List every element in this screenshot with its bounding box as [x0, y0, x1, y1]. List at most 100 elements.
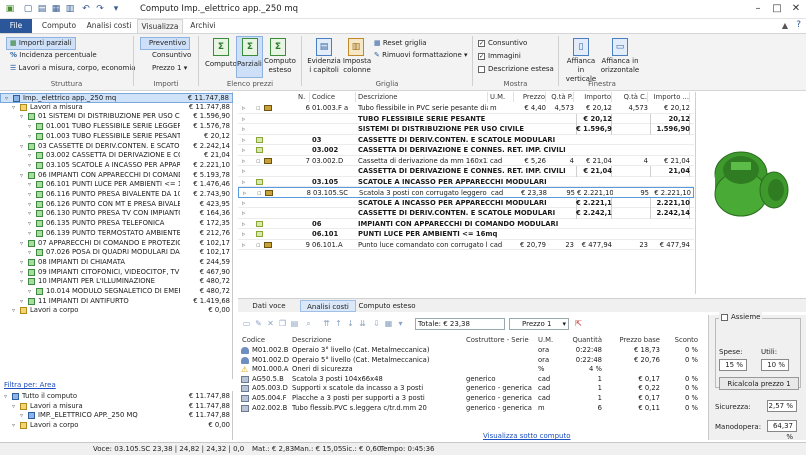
expand-icon[interactable]: ▿	[4, 392, 7, 402]
expand-icon[interactable]: ▿	[12, 421, 15, 431]
new-row-icon[interactable]: ▭	[242, 319, 251, 328]
tree-item[interactable]: ▿ Lavori a corpo € 0,00	[0, 306, 233, 316]
undo-icon[interactable]: ↶	[80, 3, 92, 15]
tree-item[interactable]: ▿ 06 IMPIANTI CON APPARECCHI DI COMANDO M…	[0, 171, 233, 181]
col-header-sconto[interactable]: Sconto	[668, 335, 698, 345]
print-icon[interactable]: ▥	[64, 3, 76, 15]
tree-item[interactable]: ▿ 03.002 CASSETTA DI DERIVAZIONE E CONNES…	[0, 151, 233, 161]
expand-icon[interactable]: ▿	[20, 411, 23, 421]
expand-icon[interactable]: ▿	[28, 219, 31, 229]
tab-dati-voce[interactable]: Dati voce	[244, 300, 294, 312]
move-top-icon[interactable]: ⇈	[322, 319, 331, 328]
tree-item[interactable]: ▿ 09 IMPIANTI CITOFONICI, VIDEOCITOF, TV …	[0, 268, 233, 278]
expand-icon[interactable]: ▿	[28, 200, 31, 210]
col-header-prezzo[interactable]: Prezzo	[516, 92, 546, 102]
tab-analisi-costi-bottom[interactable]: Analisi costi	[300, 300, 356, 312]
col-header-n[interactable]: N.	[298, 92, 310, 102]
immagini-checkbox[interactable]: Immagini	[478, 51, 521, 62]
imposta-colonne-icon[interactable]: ▥	[348, 38, 364, 56]
redo-icon[interactable]: ↷	[94, 3, 106, 15]
tree-item[interactable]: ▿ 01 SISTEMI DI DISTRIBUZIONE PER USO CIV…	[0, 112, 233, 122]
customize-icon[interactable]: ▾	[110, 3, 122, 15]
open-icon[interactable]: ▤	[36, 3, 48, 15]
utili-input[interactable]: 10 %	[761, 359, 789, 371]
tree-item[interactable]: ▿ 06.135 PUNTO PRESA TELEFONICA € 172,35	[0, 219, 233, 229]
tree-item[interactable]: ▿ 10 IMPIANTI PER L'ILLUMINAZIONE € 480,72	[0, 277, 233, 287]
tree-item[interactable]: ▿ 07.026 POSA DI QUADRI MODULARI DA INCAS…	[0, 248, 233, 258]
expand-icon[interactable]: ▹	[242, 208, 245, 219]
grid-row[interactable]: ▹ ▫ 7 03.002.D Cassetta di derivazione da mm…	[238, 156, 694, 167]
computo-button[interactable]: Computo	[205, 59, 237, 70]
reset-griglia-button[interactable]: ▦ Reset griglia	[374, 38, 427, 49]
tab-visualizza[interactable]: Visualizza	[137, 19, 183, 33]
evidenzia-capitoli-button[interactable]: Evidenzia i capitoli	[306, 57, 342, 75]
col-header-descrizione[interactable]: Descrizione	[358, 92, 488, 102]
tile-vertical-icon[interactable]: ▯	[573, 38, 589, 56]
export-icon[interactable]: ⇱	[574, 319, 583, 328]
tree-item[interactable]: ▿ 06.101 PUNTI LUCE PER AMBIENTI <= 16mq €…	[0, 180, 233, 190]
prezzo-select[interactable]: Prezzo 1 ▾	[152, 63, 187, 74]
tree-item[interactable]: ▿ 06.116 PUNTO PRESA BIVALENTE DA 10-16 A…	[0, 190, 233, 200]
tree-item[interactable]: ▿ Lavori a corpo € 0,00	[0, 421, 233, 431]
move-bottom-icon[interactable]: ⇊	[358, 319, 367, 328]
expand-icon[interactable]: ▿	[20, 239, 23, 249]
col-header-descrizione[interactable]: Descrizione	[292, 335, 331, 345]
expand-icon[interactable]: ▹	[242, 166, 245, 177]
chevron-down-icon[interactable]: ▾	[396, 319, 405, 328]
edit-icon[interactable]: ✎	[254, 319, 263, 328]
expand-icon[interactable]: ▿	[20, 297, 23, 307]
tree-item[interactable]: ▿ 07 APPARECCHI DI COMANDO E PROTEZIONE € …	[0, 239, 233, 249]
move-down-icon[interactable]: ↓	[346, 319, 355, 328]
filter-link[interactable]: Filtra per: Area	[4, 381, 56, 389]
help-icon[interactable]: ?	[796, 20, 801, 30]
col-header-importo-p[interactable]: Importo ...	[576, 92, 612, 111]
tree-item[interactable]: ▿ Tutto il computo € 11.747,88	[0, 392, 233, 402]
imposta-colonne-button[interactable]: Imposta colonne	[342, 57, 372, 75]
col-header-qta-c[interactable]: Q.tà C.	[614, 92, 648, 102]
analysis-row[interactable]: AG50.5.B Scatola 3 posti 104x66x48 generic…	[238, 375, 708, 385]
spese-input[interactable]: 15 %	[719, 359, 747, 371]
ricalcola-prezzo-button[interactable]: Ricalcola prezzo 1	[719, 377, 799, 390]
expand-icon[interactable]: ▹	[242, 198, 245, 209]
expand-icon[interactable]: ▿	[28, 248, 31, 258]
consuntivo-button[interactable]: Consuntivo	[152, 50, 191, 61]
expand-icon[interactable]: ▿	[20, 171, 23, 181]
analysis-row[interactable]: A05.004.F Placche a 3 posti per supporti …	[238, 394, 708, 404]
close-icon[interactable]: ✕	[786, 1, 806, 17]
expand-icon[interactable]: ▿	[20, 268, 23, 278]
new-icon[interactable]: ▢	[22, 3, 34, 15]
grid-row[interactable]: ▹ 03.002 CASSETTA DI DERIVAZIONE E CONNES.…	[238, 145, 694, 156]
grid-row[interactable]: ▹ ▫ 9 06.101.A Punto luce comandato con corr…	[238, 240, 694, 250]
tree-item[interactable]: ▿ 08 IMPIANTI DI CHIAMATA € 244,59	[0, 258, 233, 268]
descrizione-estesa-checkbox[interactable]: Descrizione estesa	[478, 64, 554, 75]
col-header-um[interactable]: U.M.	[538, 335, 553, 345]
tree-item[interactable]: ▿ 01.001 TUBO FLESSIBILE SERIE LEGGERA € 1…	[0, 122, 233, 132]
expand-icon[interactable]: ▿	[12, 402, 15, 412]
tab-computo-esteso[interactable]: Computo esteso	[358, 300, 416, 312]
expand-icon[interactable]: ▹	[242, 156, 245, 167]
expand-icon[interactable]: ▿	[20, 112, 23, 122]
col-header-um[interactable]: U.M.	[490, 92, 514, 102]
computo-esteso-icon[interactable]: Σ	[270, 38, 286, 56]
expand-icon[interactable]: ▿	[28, 151, 31, 161]
delete-icon[interactable]: ✕	[266, 319, 275, 328]
consuntivo-checkbox[interactable]: Consuntivo	[478, 38, 527, 49]
tree-item[interactable]: ▿ 06.130 PUNTO PRESA TV CON IMPIANTO C...…	[0, 209, 233, 219]
grid-row[interactable]: ▹ CASSETTA DI DERIVAZIONE E CONNES. RET. …	[238, 166, 694, 177]
save-icon[interactable]: ▦	[50, 3, 62, 15]
grid-row[interactable]: ▹ 06 IMPIANTI CON APPARECCHI DI COMANDO MO…	[238, 219, 694, 229]
expand-icon[interactable]: ▿	[28, 122, 31, 132]
rimuovi-formattazione-button[interactable]: ✎ Rimuovi formattazione ▾	[374, 50, 468, 61]
expand-icon[interactable]: ▹	[242, 177, 245, 188]
import-icon[interactable]: ⇩	[372, 319, 381, 328]
col-header-prezzo-base[interactable]: Prezzo base	[612, 335, 660, 345]
expand-icon[interactable]: ▹	[242, 145, 245, 156]
evidenzia-capitoli-icon[interactable]: ▤	[316, 38, 332, 56]
expand-icon[interactable]: ▹	[242, 114, 245, 125]
grid-row[interactable]: ▹ CASSETTE DI DERIV.CONTEN. E SCATOLE MOD…	[238, 208, 694, 219]
preventivo-button[interactable]: Preventivo	[140, 37, 190, 50]
expand-icon[interactable]: ▿	[28, 229, 31, 239]
expand-icon[interactable]: ▿	[28, 190, 31, 200]
col-header-codice[interactable]: Codice	[242, 335, 265, 345]
visualizza-sotto-computo-link[interactable]: Visualizza sotto computo	[483, 432, 571, 440]
